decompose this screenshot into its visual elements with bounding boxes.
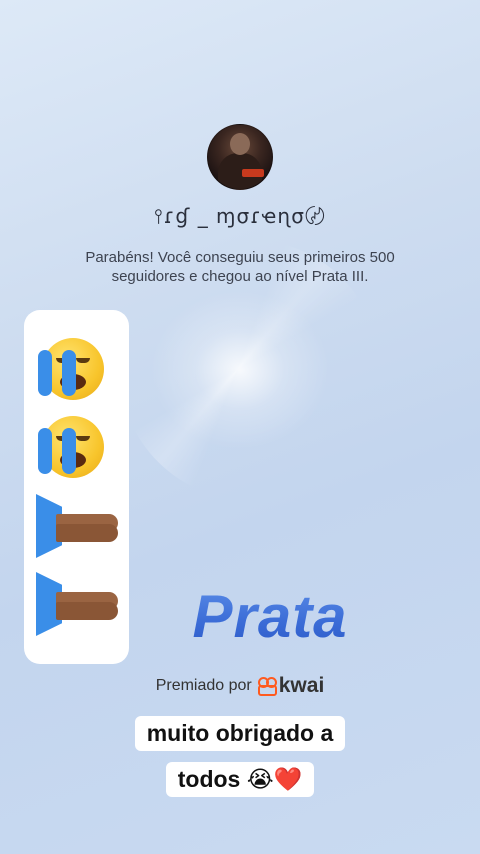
loudly-crying-face-icon xyxy=(34,334,114,404)
avatar[interactable] xyxy=(207,124,273,190)
caption-line-1: muito obrigado a xyxy=(0,716,480,751)
achievement-message: Parabéns! Você conseguiu seus primeiros … xyxy=(85,249,395,285)
kwai-brand: kwai xyxy=(278,674,325,697)
light-glow xyxy=(150,290,330,450)
caption-line-2: todos 😭❤️ xyxy=(0,762,480,797)
award-line: Premiado por kwai xyxy=(0,674,480,698)
folded-hands-icon xyxy=(36,490,118,560)
kwai-logo: kwai xyxy=(257,674,325,698)
caption-text-2: todos 😭❤️ xyxy=(165,762,315,797)
level-title: Prata xyxy=(0,582,480,651)
award-prefix: Premiado por xyxy=(155,677,252,694)
caption-text-1: muito obrigado a xyxy=(134,716,346,751)
username: ⫯ɾɠ _ ɱσɾҽɳσ〄 xyxy=(154,204,326,228)
loudly-crying-face-icon xyxy=(34,412,114,482)
kwai-icon xyxy=(257,677,277,696)
